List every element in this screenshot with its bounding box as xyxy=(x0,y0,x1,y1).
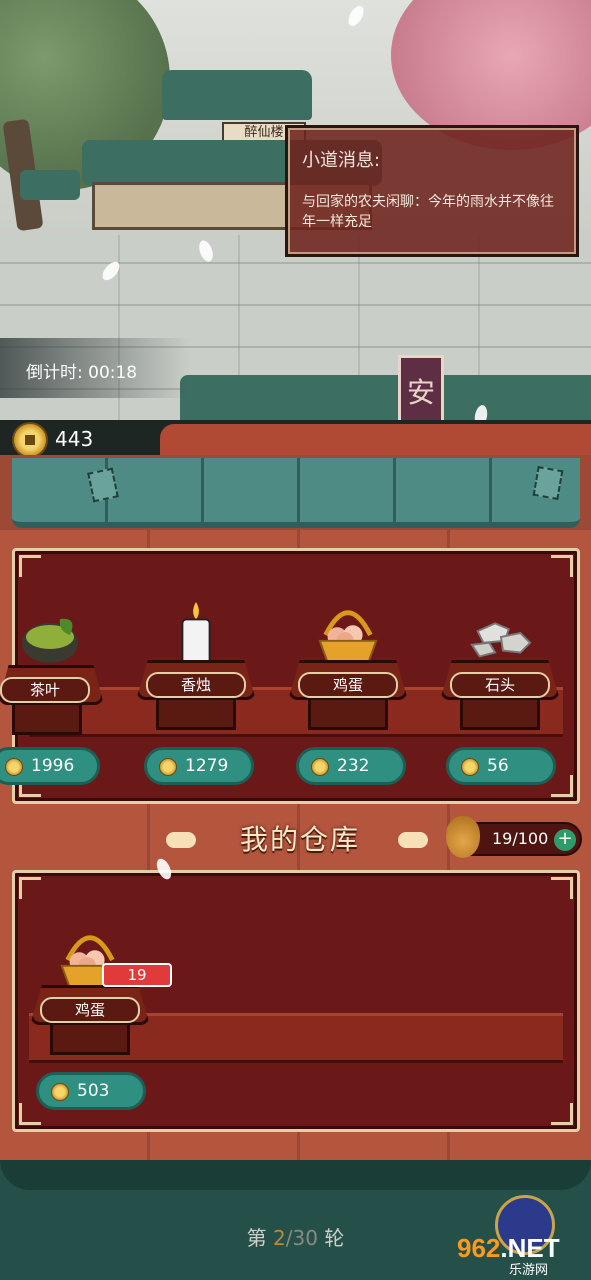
tea-icon xyxy=(22,618,78,663)
watermark-number: 962 xyxy=(457,1233,501,1263)
buy-price-button[interactable]: 1279 xyxy=(144,747,254,785)
price-value: 232 xyxy=(337,756,370,776)
watermark-logo: 962.NET 乐游网 xyxy=(455,1195,591,1280)
egg-basket-icon xyxy=(318,610,378,664)
coin-bar: 443 xyxy=(0,420,591,460)
street-banner: 安 xyxy=(398,355,444,430)
table-legs xyxy=(50,1025,130,1055)
street-scene: 醉仙楼 安 小道消息: 与回家的农夫闲聊：今年的雨水并不像往年一样充足 倒计时:… xyxy=(0,0,591,430)
item-name: 茶叶 xyxy=(0,677,90,703)
notice-paper-icon xyxy=(532,465,564,501)
round-current: 2 xyxy=(273,1226,286,1250)
item-name: 石头 xyxy=(450,672,550,698)
price-value: 56 xyxy=(487,756,509,776)
corner-ornament xyxy=(551,775,573,797)
round-total: 30 xyxy=(292,1226,318,1250)
coin-icon xyxy=(159,758,177,776)
corner-ornament xyxy=(19,1103,41,1125)
round-suffix: 轮 xyxy=(324,1226,345,1250)
coin-amount: 443 xyxy=(55,427,94,451)
item-count-badge: 19 xyxy=(102,963,172,987)
cloud-ornament-icon xyxy=(398,832,428,848)
round-sep: / xyxy=(285,1226,293,1250)
item-name: 鸡蛋 xyxy=(40,997,140,1023)
price-value: 1996 xyxy=(31,756,75,776)
countdown-timer: 倒计时: 00:18 xyxy=(0,338,190,398)
buy-price-button[interactable]: 1996 xyxy=(0,747,100,785)
rumor-body: 与回家的农夫闲聊：今年的雨水并不像往年一样充足 xyxy=(302,194,554,230)
table-legs xyxy=(12,705,82,735)
table-legs xyxy=(460,700,540,730)
tavern-upper-roof xyxy=(162,70,312,120)
rumor-title: 小道消息: xyxy=(302,150,381,171)
price-value: 1279 xyxy=(185,756,229,776)
buy-price-button[interactable]: 232 xyxy=(296,747,406,785)
coin-icon xyxy=(311,758,329,776)
item-name: 香烛 xyxy=(146,672,246,698)
corner-ornament xyxy=(551,555,573,577)
buy-price-button[interactable]: 56 xyxy=(446,747,556,785)
stone-icon xyxy=(470,622,532,658)
table-legs xyxy=(308,700,388,730)
market-stall-roof xyxy=(20,170,80,200)
corner-ornament xyxy=(19,877,41,899)
table-legs xyxy=(156,700,236,730)
sell-price-button[interactable]: 503 xyxy=(36,1072,146,1110)
coin-icon xyxy=(5,758,23,776)
corner-ornament xyxy=(551,877,573,899)
corner-ornament xyxy=(19,555,41,577)
money-bag-icon xyxy=(446,816,480,858)
coin-icon xyxy=(461,758,479,776)
item-name: 鸡蛋 xyxy=(298,672,398,698)
petal-icon xyxy=(345,3,367,29)
rumor-message-box: 小道消息: 与回家的农夫闲聊：今年的雨水并不像往年一样充足 xyxy=(285,125,579,257)
warehouse-capacity: 19/100 + xyxy=(446,816,582,858)
coin-icon xyxy=(12,422,48,458)
corner-ornament xyxy=(551,1103,573,1125)
round-prefix: 第 xyxy=(246,1226,267,1250)
capacity-text: 19/100 xyxy=(492,829,549,848)
candle-icon xyxy=(181,601,211,668)
banner-char: 安 xyxy=(406,376,435,409)
price-value: 503 xyxy=(77,1081,110,1101)
courtyard-wall xyxy=(180,375,591,425)
coin-icon xyxy=(51,1083,69,1101)
watermark-cn: 乐游网 xyxy=(509,1263,549,1278)
expand-capacity-button[interactable]: + xyxy=(554,829,576,851)
